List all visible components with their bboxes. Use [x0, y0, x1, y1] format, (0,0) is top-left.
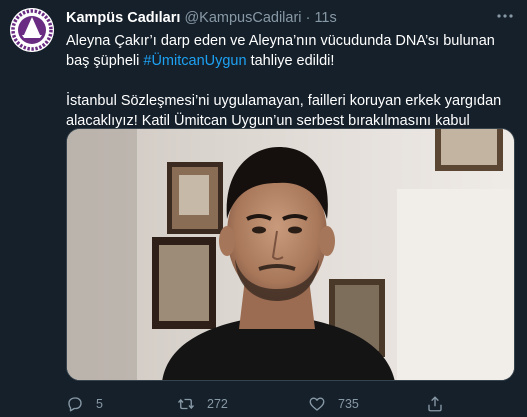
like-button[interactable]: 735 — [308, 394, 359, 414]
kampus-cadilari-logo — [10, 8, 54, 52]
hashtag-link[interactable]: #ÜmitcanUygun — [143, 53, 246, 69]
paragraph-1-tail: tahliye edildi! — [246, 53, 335, 69]
more-icon[interactable] — [495, 6, 515, 26]
retweet-icon — [177, 398, 195, 410]
tweet[interactable]: Kampüs Cadıları @KampusCadilari · 11s Al… — [0, 0, 527, 417]
retweet-count: 272 — [207, 397, 228, 411]
action-bar: 5 272 735 — [66, 394, 516, 414]
retweet-button[interactable]: 272 — [177, 394, 228, 414]
reply-icon — [68, 397, 82, 412]
tweet-paragraph-1: Aleyna Çakır’ı darp eden ve Aleyna’nın v… — [66, 31, 514, 71]
reply-button[interactable]: 5 — [66, 394, 103, 414]
portrait-photo — [67, 129, 514, 380]
like-icon — [309, 397, 325, 411]
share-icon — [428, 396, 442, 412]
timestamp[interactable]: 11s — [314, 10, 336, 26]
tweet-photo[interactable] — [66, 128, 515, 381]
avatar[interactable] — [10, 8, 54, 52]
reply-count: 5 — [96, 397, 103, 411]
tweet-header: Kampüs Cadıları @KampusCadilari · 11s — [66, 10, 337, 26]
separator-dot: · — [305, 10, 311, 26]
handle[interactable]: @KampusCadilari — [184, 10, 301, 26]
display-name[interactable]: Kampüs Cadıları — [66, 10, 180, 26]
share-button[interactable] — [426, 394, 456, 414]
like-count: 735 — [338, 397, 359, 411]
